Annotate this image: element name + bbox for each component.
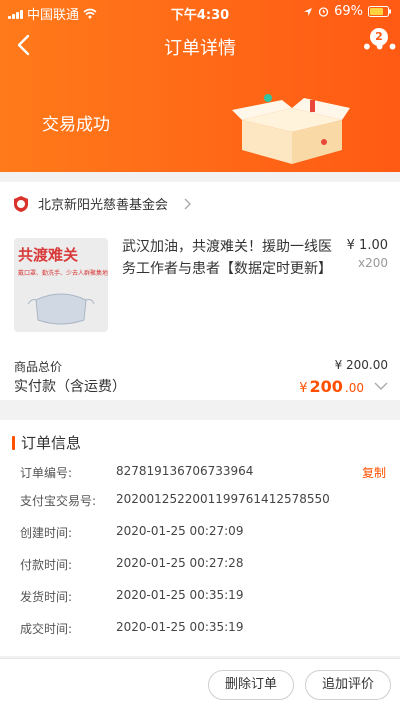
info-value: 827819136706733964	[116, 464, 254, 478]
status-bar: 中国联通 下午4:30 69%	[0, 0, 400, 23]
section-accent-bar	[12, 435, 15, 450]
delete-order-button[interactable]: 删除订单	[208, 670, 294, 700]
battery-icon	[368, 6, 391, 17]
product-quantity: x200	[357, 256, 388, 270]
location-icon	[304, 7, 313, 16]
header: 中国联通 下午4:30 69% 订单详情 ••• 2 交易成功	[0, 0, 400, 172]
info-value: 2020-01-25 00:27:09	[116, 524, 244, 538]
alarm-icon	[318, 7, 329, 17]
product-card: 北京新阳光慈善基金会 共渡难关 戴口罩、勤洗手、少去人群聚集地 武汉加油，共渡难…	[0, 182, 400, 400]
info-row-completed: 成交时间: 2020-01-25 00:35:19	[20, 620, 386, 637]
total-row: 商品总价 ¥ 200.00	[14, 358, 388, 375]
total-label: 商品总价	[14, 360, 63, 374]
nav-bar: 订单详情 ••• 2	[0, 24, 400, 68]
chevron-down-icon[interactable]	[374, 381, 388, 391]
bottom-action-bar: 删除订单 追加评价	[0, 658, 400, 711]
page-title: 订单详情	[164, 38, 236, 59]
paid-currency: ¥	[299, 380, 308, 396]
product-image[interactable]: 共渡难关 戴口罩、勤洗手、少去人群聚集地	[14, 238, 108, 332]
info-label: 付款时间:	[20, 558, 73, 572]
order-status: 交易成功	[42, 115, 110, 135]
info-row-shipped: 发货时间: 2020-01-25 00:35:19	[20, 588, 386, 605]
info-label: 成交时间:	[20, 622, 73, 636]
info-value: 2020-01-25 00:27:28	[116, 556, 244, 570]
paid-amount: ¥ 200 .00	[299, 377, 364, 396]
info-label: 创建时间:	[20, 526, 73, 540]
info-row-order-number: 订单编号: 827819136706733964	[20, 464, 386, 481]
info-label: 支付宝交易号:	[20, 494, 97, 508]
paid-label: 实付款（含运费）	[14, 379, 126, 395]
order-info-card: 订单信息 复制 订单编号: 827819136706733964 支付宝交易号:…	[0, 420, 400, 656]
info-label: 发货时间:	[20, 590, 73, 604]
mask-illustration	[27, 293, 95, 325]
shop-logo-icon	[14, 195, 28, 212]
order-info-header: 订单信息	[12, 432, 81, 453]
paid-row[interactable]: 实付款（含运费） ¥ 200 .00	[14, 376, 388, 396]
notification-badge: 2	[370, 28, 388, 46]
chevron-right-icon	[184, 198, 192, 209]
info-label: 订单编号:	[20, 466, 73, 480]
info-row-paid: 付款时间: 2020-01-25 00:27:28	[20, 556, 386, 573]
order-info-title: 订单信息	[21, 434, 82, 452]
paid-decimal: .00	[344, 380, 364, 395]
info-value: 2020-01-25 00:35:19	[116, 620, 244, 634]
battery-label: 69%	[334, 4, 363, 19]
box-illustration	[232, 94, 350, 164]
product-price: ¥ 1.00	[346, 238, 388, 253]
total-value: ¥ 200.00	[334, 358, 388, 372]
shop-name: 北京新阳光慈善基金会	[38, 198, 169, 213]
add-review-button[interactable]: 追加评价	[305, 670, 391, 700]
info-value: 2020012522001199761412578550	[116, 492, 330, 506]
more-button[interactable]: ••• 2	[358, 28, 398, 60]
info-value: 2020-01-25 00:35:19	[116, 588, 244, 602]
product-title[interactable]: 武汉加油，共渡难关！援助一线医务工作者与患者【数据定时更新】	[122, 236, 332, 280]
paid-integer: 200	[309, 376, 343, 396]
info-row-created: 创建时间: 2020-01-25 00:27:09	[20, 524, 386, 541]
info-row-alipay-trade: 支付宝交易号: 2020012522001199761412578550	[20, 492, 386, 509]
shop-row[interactable]: 北京新阳光慈善基金会	[12, 194, 192, 213]
